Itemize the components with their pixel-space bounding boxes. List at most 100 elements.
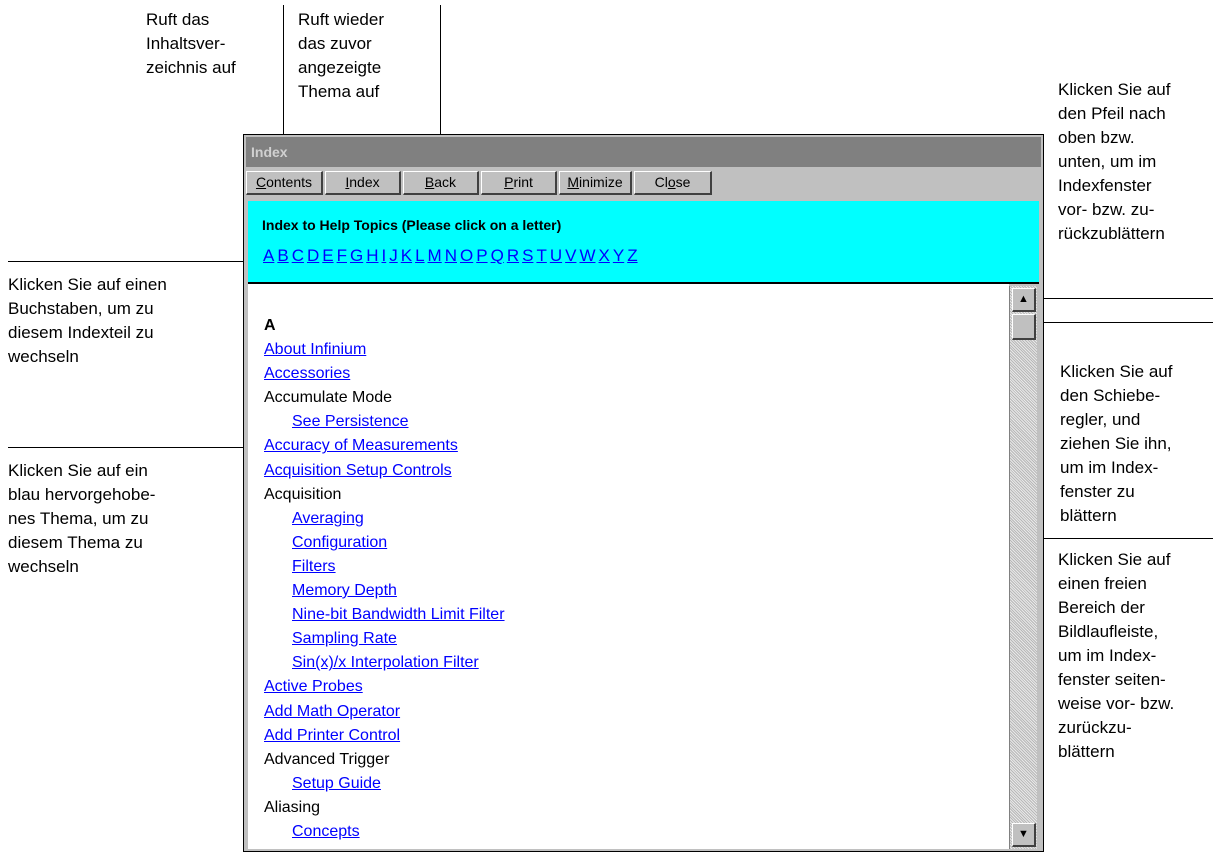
scroll-down-arrow-icon[interactable]: ▼	[1012, 823, 1036, 847]
list-item[interactable]: Setup Guide	[264, 772, 505, 796]
list-item: Acquisition	[264, 483, 505, 507]
letter-link-f[interactable]: F	[337, 246, 347, 266]
index-button[interactable]: Index	[325, 171, 401, 195]
letter-link-o[interactable]: O	[460, 246, 473, 266]
list-item[interactable]: About Infinium	[264, 338, 505, 362]
window-title: Index	[251, 144, 288, 160]
list-item[interactable]: Sampling Rate	[264, 627, 505, 651]
topic-label: Acquisition	[264, 485, 342, 503]
letter-link-m[interactable]: M	[428, 246, 442, 266]
letter-link-k[interactable]: K	[401, 246, 412, 266]
letter-link-u[interactable]: U	[550, 246, 562, 266]
index-topic-list-pane[interactable]: A About Infinium Accessories Accumulate Mod…	[248, 284, 1009, 849]
list-item: Advanced Trigger	[264, 748, 505, 772]
topic-label: Accumulate Mode	[264, 389, 393, 407]
index-help-window: Index Contents Index Back Print Minimize…	[243, 134, 1044, 852]
topic-link[interactable]: Acquisition Setup Controls	[264, 462, 452, 479]
letter-link-g[interactable]: G	[350, 246, 363, 266]
vertical-scrollbar[interactable]: ▲ ▼	[1009, 286, 1037, 849]
contents-button-mnemonic: C	[255, 174, 267, 190]
letter-link-z[interactable]: Z	[627, 246, 637, 266]
letter-link-v[interactable]: V	[565, 246, 576, 266]
topic-link[interactable]: See Persistence	[292, 413, 409, 430]
letter-link-i[interactable]: I	[382, 246, 387, 266]
letter-link-e[interactable]: E	[322, 246, 333, 266]
letter-link-l[interactable]: L	[415, 246, 424, 266]
list-item[interactable]: Accuracy of Measurements	[264, 434, 505, 458]
minimize-button[interactable]: Minimize	[559, 171, 632, 195]
letter-link-j[interactable]: J	[389, 246, 398, 266]
topic-link[interactable]: Sampling Rate	[292, 630, 397, 647]
list-item[interactable]: Concepts	[264, 820, 505, 844]
back-button-label: ack	[434, 174, 457, 190]
list-item[interactable]: Filters	[264, 555, 505, 579]
letter-link-b[interactable]: B	[277, 246, 288, 266]
close-button-label: se	[675, 174, 691, 190]
topic-link[interactable]: Active Probes	[264, 678, 363, 695]
print-button[interactable]: Print	[481, 171, 557, 195]
list-item[interactable]: Acquisition Setup Controls	[264, 459, 505, 483]
topic-link[interactable]: Add Printer Control	[264, 727, 400, 744]
toolbar: Contents Index Back Print Minimize Close	[246, 169, 1041, 197]
list-item[interactable]: Nine-bit Bandwidth Limit Filter	[264, 603, 505, 627]
leader-line-thumb	[1022, 322, 1213, 323]
list-item[interactable]: Add Printer Control	[264, 724, 505, 748]
topic-label: Aliasing	[264, 798, 321, 816]
list-item[interactable]: Memory Depth	[264, 579, 505, 603]
leader-line-scroll-arrow	[1024, 298, 1213, 299]
print-button-label: rint	[513, 174, 533, 190]
annotation-back: Ruft wieder das zuvor angezeigte Thema a…	[298, 10, 384, 101]
letter-link-a[interactable]: A	[263, 246, 274, 266]
contents-button-label: ontents	[266, 174, 313, 190]
letter-index-bar: ABCDEFGHIJKLMNOPQRSTUVWXYZ	[263, 246, 638, 266]
list-item[interactable]: Active Probes	[264, 675, 505, 699]
letter-link-p[interactable]: P	[476, 246, 487, 266]
topic-link[interactable]: Concepts	[292, 823, 360, 840]
list-item[interactable]: Configuration	[264, 531, 505, 555]
close-button-prefix: Cl	[654, 174, 668, 190]
leader-line-topics	[8, 447, 268, 448]
letter-link-s[interactable]: S	[522, 246, 533, 266]
annotation-letters: Klicken Sie auf einen Buchstaben, um zu …	[8, 275, 167, 366]
topic-link[interactable]: Sin(x)/x Interpolation Filter	[292, 654, 479, 671]
close-button[interactable]: Close	[634, 171, 712, 195]
topic-label: Advanced Trigger	[264, 750, 390, 768]
letter-link-w[interactable]: W	[579, 246, 595, 266]
letter-link-n[interactable]: N	[445, 246, 457, 266]
topic-link[interactable]: Configuration	[292, 534, 387, 551]
scroll-thumb[interactable]	[1012, 314, 1036, 340]
list-item[interactable]: Accessories	[264, 362, 505, 386]
letter-link-h[interactable]: H	[366, 246, 378, 266]
topic-link[interactable]: About Infinium	[264, 341, 366, 358]
list-item[interactable]: Sin(x)/x Interpolation Filter	[264, 651, 505, 675]
annotation-contents: Ruft das Inhaltsver- zeichnis auf	[146, 10, 236, 77]
topic-link[interactable]: Nine-bit Bandwidth Limit Filter	[292, 606, 505, 623]
topic-link[interactable]: Averaging	[292, 510, 364, 527]
back-button-mnemonic: B	[424, 174, 435, 190]
topic-link[interactable]: Memory Depth	[292, 582, 397, 599]
letter-link-y[interactable]: Y	[613, 246, 624, 266]
topic-link[interactable]: Accuracy of Measurements	[264, 437, 458, 454]
close-button-mnemonic: o	[667, 174, 676, 190]
letter-link-d[interactable]: D	[307, 246, 319, 266]
list-item[interactable]: Averaging	[264, 507, 505, 531]
leader-line-letters	[8, 261, 272, 262]
contents-button[interactable]: Contents	[246, 171, 323, 195]
list-item[interactable]: See Persistence	[264, 410, 505, 434]
topic-link[interactable]: Setup Guide	[292, 775, 381, 792]
list-item[interactable]: Add Math Operator	[264, 700, 505, 724]
letter-link-c[interactable]: C	[292, 246, 304, 266]
letter-link-q[interactable]: Q	[491, 246, 504, 266]
topic-link[interactable]: Filters	[292, 558, 336, 575]
topic-link[interactable]: Accessories	[264, 365, 350, 382]
leader-line-track	[1024, 538, 1213, 539]
letter-link-t[interactable]: T	[536, 246, 546, 266]
banner-title: Index to Help Topics (Please click on a …	[262, 217, 562, 233]
letter-link-r[interactable]: R	[507, 246, 519, 266]
topic-list: A About Infinium Accessories Accumulate Mod…	[264, 314, 505, 844]
topic-link[interactable]: Add Math Operator	[264, 703, 400, 720]
back-button[interactable]: Back	[403, 171, 479, 195]
scroll-up-arrow-icon[interactable]: ▲	[1012, 288, 1036, 312]
letter-link-x[interactable]: X	[599, 246, 610, 266]
list-item: Aliasing	[264, 796, 505, 820]
